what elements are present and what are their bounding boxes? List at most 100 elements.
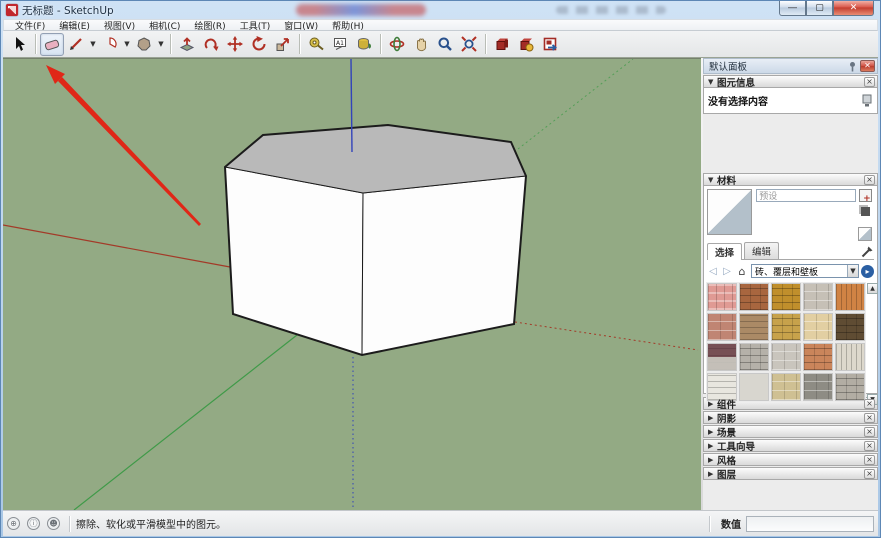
green-axis-dotted (518, 59, 633, 149)
default-material-swatch[interactable] (858, 227, 872, 241)
details-toggle-icon[interactable] (861, 94, 873, 107)
chevron-right-icon: ▶ (708, 456, 717, 464)
layers-close-icon[interactable]: × (864, 469, 875, 479)
material-swatch-13[interactable] (771, 343, 801, 371)
tab-edit[interactable]: 编辑 (744, 242, 779, 259)
active-material-preview[interactable] (707, 189, 752, 235)
chevron-right-icon: ▶ (708, 442, 717, 450)
forward-arrow-icon[interactable]: ▷ (721, 266, 733, 277)
zoom-tool-button[interactable] (433, 33, 457, 56)
styles-section-header[interactable]: ▶风格× (703, 453, 878, 466)
line-dropdown-arrow[interactable]: ▼ (88, 33, 98, 56)
menu-item-tools[interactable]: 工具(T) (233, 19, 278, 32)
material-name-field[interactable] (756, 189, 856, 202)
menu-item-window[interactable]: 窗口(W) (277, 19, 325, 32)
paint-bucket-tool-button[interactable] (352, 33, 376, 56)
material-swatch-14[interactable] (803, 343, 833, 371)
material-swatch-15[interactable] (835, 343, 865, 371)
menu-item-camera[interactable]: 相机(C) (142, 19, 187, 32)
shape-tool-button[interactable] (132, 33, 156, 56)
shadows-close-icon[interactable]: × (864, 413, 875, 423)
3d-warehouse-tool-button[interactable] (490, 33, 514, 56)
menu-item-help[interactable]: 帮助(H) (325, 19, 371, 32)
material-swatch-9[interactable] (803, 313, 833, 341)
share-model-tool-button[interactable] (514, 33, 538, 56)
geolocate-icon[interactable]: ⊕ (7, 517, 20, 530)
styles-close-icon[interactable]: × (864, 455, 875, 465)
text-icon: A1 (332, 36, 348, 52)
arc-dropdown-arrow[interactable]: ▼ (122, 33, 132, 56)
scenes-section-header[interactable]: ▶场景× (703, 425, 878, 438)
back-arrow-icon[interactable]: ◁ (707, 266, 719, 277)
material-swatch-12[interactable] (739, 343, 769, 371)
materials-close-icon[interactable]: × (864, 175, 875, 185)
extension-warehouse-tool-button[interactable] (538, 33, 562, 56)
instructor-close-icon[interactable]: × (864, 441, 875, 451)
entity-info-header[interactable]: ▼ 图元信息 × (703, 75, 878, 88)
material-swatch-8[interactable] (771, 313, 801, 341)
material-swatch-4[interactable] (803, 283, 833, 311)
secondary-pane-icon[interactable] (859, 205, 872, 218)
divider (69, 516, 70, 532)
credit-icon[interactable]: ⓘ (27, 517, 40, 530)
material-swatch-6[interactable] (707, 313, 737, 341)
arc-tool-button[interactable] (98, 33, 122, 56)
menu-item-view[interactable]: 视图(V) (97, 19, 142, 32)
swatch-scrollbar[interactable]: ▲ ▼ (867, 283, 878, 405)
scenes-close-icon[interactable]: × (864, 427, 875, 437)
model-front-right-face[interactable] (362, 176, 526, 355)
shadows-section-header[interactable]: ▶阴影× (703, 411, 878, 424)
title-bar[interactable]: 无标题 - SketchUp ― ▢ ✕ (1, 1, 880, 19)
pin-icon[interactable] (847, 61, 858, 72)
eyedropper-icon[interactable] (860, 245, 874, 259)
modeling-viewport[interactable] (3, 58, 701, 510)
components-close-icon[interactable]: × (864, 399, 875, 409)
material-swatch-5[interactable] (835, 283, 865, 311)
close-button[interactable]: ✕ (833, 1, 874, 16)
tab-select[interactable]: 选择 (707, 243, 742, 260)
measurements-input[interactable] (746, 516, 874, 532)
rotate-tool-button[interactable] (247, 33, 271, 56)
shape-dropdown-arrow[interactable]: ▼ (156, 33, 166, 56)
select-tool-button[interactable] (7, 33, 31, 56)
instructor-section-title: 工具向导 (717, 439, 864, 453)
tape-measure-tool-button[interactable] (304, 33, 328, 56)
maximize-button[interactable]: ▢ (806, 1, 833, 16)
zoom-extents-tool-button[interactable] (457, 33, 481, 56)
tray-close-icon[interactable]: ✕ (860, 60, 875, 72)
eraser-tool-button[interactable] (40, 33, 64, 56)
material-swatch-7[interactable] (739, 313, 769, 341)
material-swatch-3[interactable] (771, 283, 801, 311)
home-icon[interactable]: ⌂ (735, 265, 749, 278)
material-swatch-2[interactable] (739, 283, 769, 311)
instructor-section-header[interactable]: ▶工具向导× (703, 439, 878, 452)
signin-user-icon[interactable]: ☻ (47, 517, 60, 530)
push-pull-tool-button[interactable] (175, 33, 199, 56)
entity-info-close-icon[interactable]: × (864, 77, 875, 87)
follow-me-tool-button[interactable] (199, 33, 223, 56)
material-swatch-1[interactable] (707, 283, 737, 311)
material-swatch-grid (707, 283, 865, 405)
menu-item-file[interactable]: 文件(F) (8, 19, 52, 32)
scroll-up-icon[interactable]: ▲ (867, 283, 878, 294)
collection-dropdown[interactable]: 砖、覆层和壁板 ▼ (751, 264, 859, 278)
material-swatch-10[interactable] (835, 313, 865, 341)
details-menu-icon[interactable]: ▸ (861, 265, 874, 278)
menu-item-draw[interactable]: 绘图(R) (187, 19, 232, 32)
components-section-header[interactable]: ▶组件× (703, 397, 878, 410)
text-tool-button[interactable]: A1 (328, 33, 352, 56)
line-tool-button[interactable] (64, 33, 88, 56)
model-front-left-face[interactable] (225, 167, 363, 355)
pan-tool-button[interactable] (409, 33, 433, 56)
scale-tool-button[interactable] (271, 33, 295, 56)
orbit-tool-button[interactable] (385, 33, 409, 56)
create-material-icon[interactable] (859, 189, 872, 202)
material-swatch-11[interactable] (707, 343, 737, 371)
minimize-button[interactable]: ― (779, 1, 806, 16)
layers-section-header[interactable]: ▶图层× (703, 467, 878, 480)
sketchup-window: 无标题 - SketchUp ― ▢ ✕ 文件(F)编辑(E)视图(V)相机(C… (0, 0, 881, 538)
menu-item-edit[interactable]: 编辑(E) (52, 19, 97, 32)
chevron-down-icon: ▼ (847, 265, 858, 277)
move-tool-button[interactable] (223, 33, 247, 56)
materials-header[interactable]: ▼ 材料 × (703, 173, 878, 186)
